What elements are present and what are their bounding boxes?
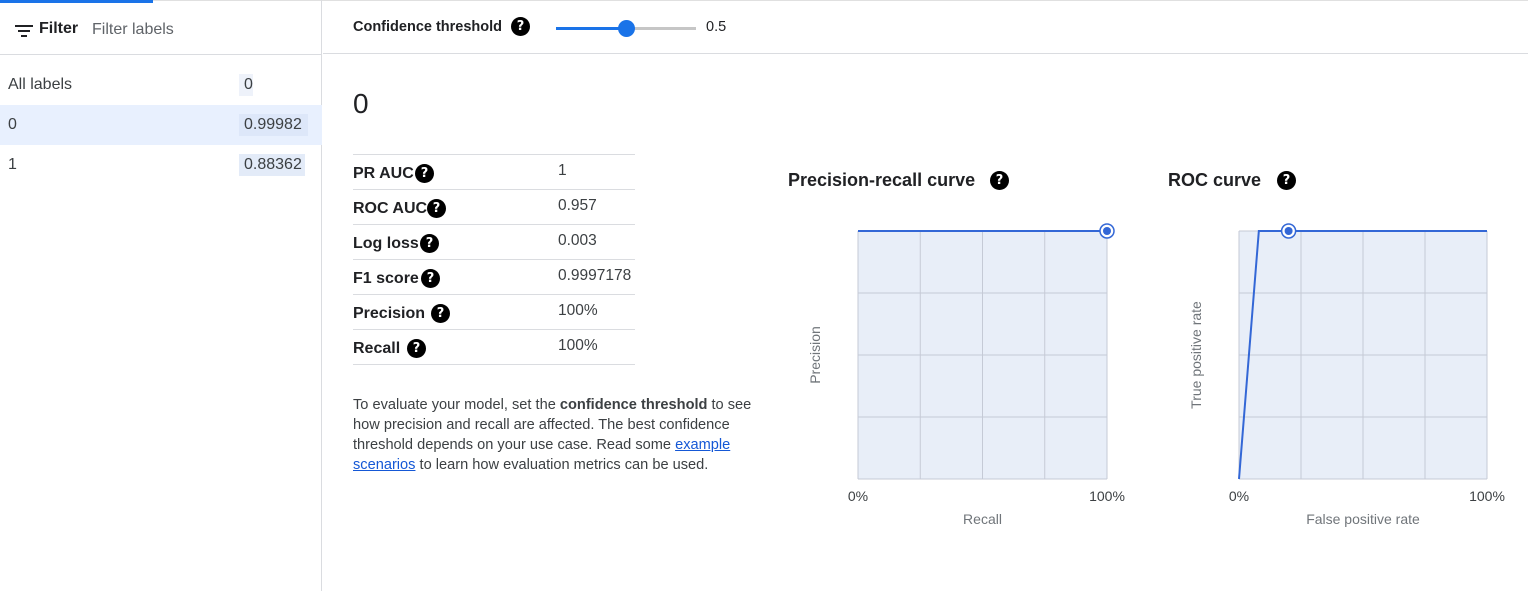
x-axis-title: Recall [963, 511, 1002, 527]
metric-row: Precision ? 100% [353, 295, 635, 330]
metric-row: F1 score ? 0.9997178 [353, 260, 635, 295]
metric-value: 100% [558, 337, 598, 354]
metric-name: Log loss [353, 235, 419, 252]
metric-value: 100% [558, 302, 598, 319]
evaluation-description: To evaluate your model, set the confiden… [353, 395, 758, 475]
metric-value: 0.003 [558, 232, 597, 249]
help-icon[interactable]: ? [415, 164, 434, 183]
threshold-point-dot [1103, 227, 1111, 235]
label-value: 0 [239, 74, 253, 96]
label-value: 0.99982 [239, 114, 308, 136]
metric-row: Recall ? 100% [353, 330, 635, 365]
metric-value: 1 [558, 162, 567, 179]
x-tick-label: 100% [1469, 488, 1505, 504]
help-icon[interactable]: ? [420, 234, 439, 253]
filter-icon[interactable] [15, 25, 33, 37]
roc-curve-title: ROC curve [1168, 170, 1262, 190]
help-icon[interactable]: ? [990, 171, 1009, 190]
metric-row: Log loss ? 0.003 [353, 225, 635, 260]
help-icon[interactable]: ? [1277, 171, 1296, 190]
label-row-1[interactable]: 1 0.88362 [0, 145, 322, 185]
label-row-all[interactable]: All labels 0 [0, 65, 322, 105]
confidence-threshold-slider[interactable] [556, 20, 696, 37]
filter-labels-input[interactable] [92, 17, 312, 43]
label-name: All labels [8, 76, 73, 93]
description-text: To evaluate your model, set the [353, 397, 560, 413]
help-icon[interactable]: ? [511, 17, 530, 36]
roc-chart: 0% 100% False positive rate True positive r… [1188, 223, 1505, 527]
confidence-toolbar: Confidence threshold ? 0.5 [323, 3, 1528, 54]
help-icon[interactable]: ? [427, 199, 446, 218]
metric-name: PR AUC [353, 165, 414, 182]
help-icon[interactable]: ? [407, 339, 426, 358]
confidence-threshold-label: Confidence threshold [353, 19, 503, 35]
label-name: 1 [8, 156, 17, 173]
metric-value: 0.957 [558, 197, 597, 214]
x-tick-label: 0% [848, 488, 868, 504]
metrics-table: PR AUC ? 1 ROC AUC ? 0.957 Log loss ? 0.… [353, 154, 635, 365]
description-bold-text: confidence threshold [559, 397, 708, 413]
precision-recall-chart: 0% 100% Recall Precision [807, 223, 1125, 527]
top-divider [153, 0, 1528, 1]
description-text: to learn how evaluation metrics can be u… [415, 457, 709, 473]
x-tick-label: 0% [1229, 488, 1249, 504]
y-axis-title: Precision [807, 326, 823, 384]
metric-row: ROC AUC ? 0.957 [353, 190, 635, 225]
slider-fill [556, 27, 626, 30]
metric-name: F1 score [353, 270, 419, 287]
page-title: 0 [353, 88, 369, 119]
pr-curve-title: Precision-recall curve [788, 170, 976, 190]
metric-name: ROC AUC [353, 200, 428, 217]
label-value: 0.88362 [239, 154, 305, 176]
threshold-value: 0.5 [706, 19, 727, 35]
slider-thumb[interactable] [618, 20, 635, 37]
metric-name: Recall [353, 340, 401, 357]
metric-row: PR AUC ? 1 [353, 155, 635, 190]
metric-name: Precision [353, 305, 426, 322]
y-axis-title: True positive rate [1188, 301, 1204, 409]
label-name: 0 [8, 116, 17, 133]
filter-bar: Filter [0, 3, 322, 55]
threshold-point-dot [1284, 227, 1293, 235]
labels-panel: Filter All labels 0 0 0.99982 1 0.88362 [0, 0, 322, 591]
metric-value: 0.9997178 [558, 267, 632, 284]
help-icon[interactable]: ? [421, 269, 440, 288]
x-tick-label: 100% [1089, 488, 1125, 504]
x-axis-title: False positive rate [1306, 511, 1420, 527]
help-icon[interactable]: ? [431, 304, 450, 323]
label-row-0[interactable]: 0 0.99982 [0, 105, 322, 145]
filter-label: Filter [39, 20, 79, 37]
